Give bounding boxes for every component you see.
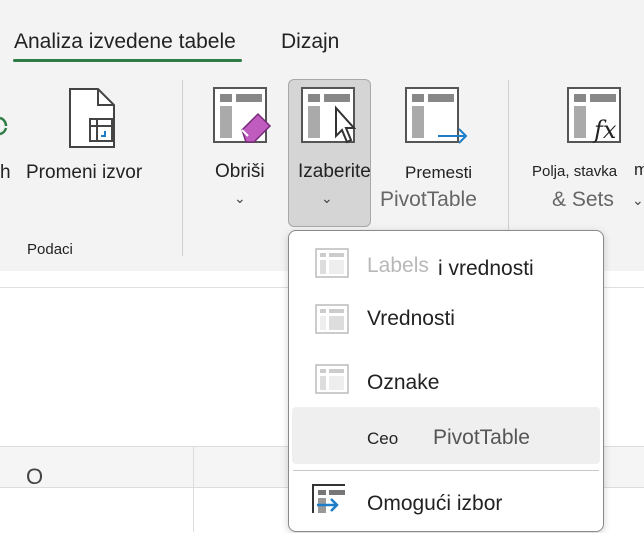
menu-item-label: Omogući izbor: [367, 492, 503, 515]
change-source-icon: [69, 88, 115, 148]
values-icon: [315, 304, 349, 334]
chevron-down-icon: ⌄: [234, 190, 246, 206]
menu-item-values[interactable]: Vrednosti: [289, 293, 603, 349]
chevron-down-icon: ⌄: [632, 192, 644, 208]
change-source-button[interactable]: Promeni izvor: [22, 82, 168, 202]
eraser-icon: [213, 87, 272, 143]
menu-item-enable-selection[interactable]: Omogući izbor: [289, 477, 603, 533]
active-tab-indicator: [13, 59, 242, 62]
move-label-line1: Premesti: [405, 163, 473, 182]
menu-item-label: Ceo: [367, 429, 399, 448]
menu-item-labels-and-values[interactable]: Labels i vrednosti: [289, 237, 603, 293]
function-icon: fx: [567, 87, 621, 144]
change-source-label: Promeni izvor: [26, 162, 143, 183]
clear-label: Obriši: [215, 161, 265, 182]
labels-icon: [315, 364, 349, 394]
labels-values-icon: [315, 248, 349, 278]
ribbon-tab-bar: Analiza izvedene tabele Dizajn: [0, 0, 644, 68]
menu-item-label: Oznake: [367, 371, 440, 394]
menu-item-entire-pivottable[interactable]: Ceo PivotTable: [289, 408, 603, 464]
select-label: Izaberite: [298, 161, 371, 182]
menu-item-label-ghost: Labels: [367, 254, 429, 277]
fields-label-line2: & Sets: [552, 188, 614, 211]
refresh-label[interactable]: h: [0, 162, 11, 184]
fields-label-line1: Polja, stavka: [532, 163, 618, 180]
menu-item-label: Vrednosti: [367, 307, 455, 330]
enable-selection-icon: [312, 484, 345, 513]
clear-button[interactable]: Obriši ⌄: [205, 82, 281, 212]
menu-item-label-suffix: PivotTable: [433, 426, 530, 449]
move-pivottable-button[interactable]: Premesti PivotTable: [378, 82, 498, 212]
menu-divider: [293, 470, 599, 471]
menu-item-label: i vrednosti: [438, 257, 534, 280]
fields-items-sets-button[interactable]: fx Polja, stavka m & Sets ⌄: [528, 82, 644, 212]
move-label-line2: PivotTable: [380, 188, 477, 211]
chevron-down-icon: ⌄: [321, 190, 333, 206]
select-dropdown-menu: Labels i vrednosti Vrednosti Oznake Ceo …: [288, 230, 604, 532]
fields-label-cut: m: [634, 160, 644, 179]
move-table-icon: [405, 87, 468, 144]
group-label-data: Podaci: [27, 241, 73, 258]
tab-design[interactable]: Dizajn: [281, 30, 339, 54]
select-icon: [301, 87, 357, 144]
tab-pivottable-analyze[interactable]: Analiza izvedene tabele: [14, 30, 236, 54]
column-separator: [193, 446, 194, 532]
svg-text:fx: fx: [592, 116, 617, 144]
refresh-icon: [0, 116, 8, 136]
menu-item-labels[interactable]: Oznake: [289, 353, 603, 409]
column-header-o[interactable]: O: [26, 464, 43, 490]
group-separator: [182, 80, 183, 256]
